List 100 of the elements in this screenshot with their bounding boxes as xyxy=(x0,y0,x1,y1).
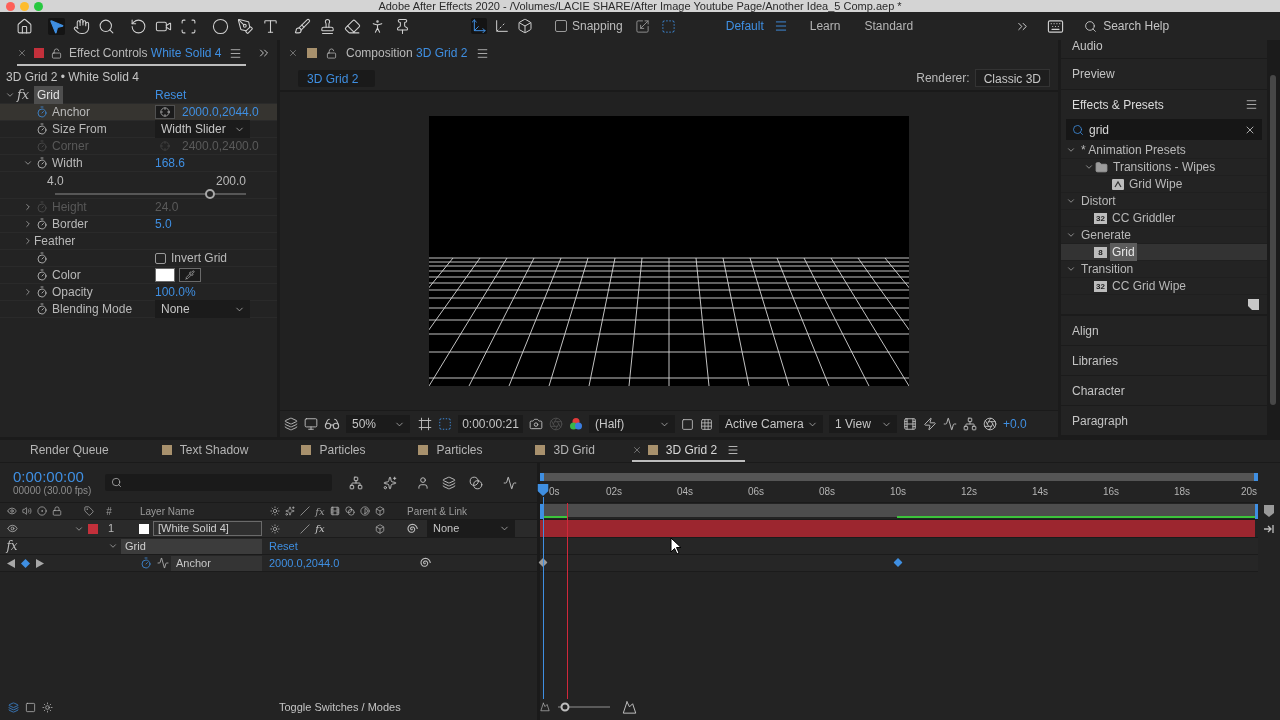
tree-item-label[interactable]: Generate xyxy=(1079,226,1134,244)
property-name[interactable]: Border xyxy=(52,215,89,233)
close-icon[interactable] xyxy=(631,445,642,455)
film-icon[interactable] xyxy=(330,506,340,516)
dashed-square-icon[interactable] xyxy=(438,417,452,431)
axis-icon[interactable] xyxy=(471,18,487,34)
layers-icon[interactable] xyxy=(284,417,298,431)
tree-item-label[interactable]: Transition xyxy=(1079,260,1136,278)
property-value[interactable]: 100.0% xyxy=(155,283,196,301)
toggle-switches-button[interactable]: Toggle Switches / Modes xyxy=(279,698,401,716)
spiral-icon[interactable] xyxy=(406,522,418,535)
chevron-down-icon[interactable] xyxy=(5,90,15,100)
stopwatch-icon[interactable] xyxy=(36,252,48,264)
property-name[interactable]: Anchor xyxy=(171,555,262,571)
flowchart-icon[interactable] xyxy=(349,475,363,490)
corner-brackets-icon[interactable] xyxy=(180,17,197,35)
property-row[interactable]: Anchor 2000.0,2044.0 xyxy=(0,104,277,121)
previous-keyframe-icon[interactable] xyxy=(7,558,15,568)
square-icon[interactable] xyxy=(25,701,36,713)
checkbox-label[interactable]: Invert Grid xyxy=(171,249,227,267)
property-name[interactable]: Size From xyxy=(52,120,107,138)
property-value[interactable]: 168.6 xyxy=(155,154,186,172)
stopwatch-icon[interactable] xyxy=(36,286,48,298)
snapping-label[interactable]: Snapping xyxy=(572,17,623,35)
mountain-large-icon[interactable] xyxy=(622,699,637,715)
speaker-icon[interactable] xyxy=(22,506,32,516)
scrollbar[interactable] xyxy=(1270,75,1276,405)
panel-header[interactable]: Preview xyxy=(1061,59,1267,89)
ellipse-icon[interactable] xyxy=(212,17,229,35)
workspace-tab[interactable]: Standard xyxy=(862,17,916,35)
graph-icon[interactable] xyxy=(503,475,517,490)
slash-icon[interactable] xyxy=(300,523,310,534)
sun-icon[interactable] xyxy=(270,523,280,534)
tree-item-label[interactable]: * Animation Presets xyxy=(1079,141,1188,159)
panel-title[interactable]: Effects & Presets xyxy=(1072,95,1164,114)
arrow-to-line-icon[interactable] xyxy=(1263,524,1275,534)
lightning-icon[interactable] xyxy=(923,417,937,431)
cube-icon[interactable] xyxy=(517,18,533,34)
chevron-down-icon[interactable] xyxy=(108,541,118,551)
resolution-dropdown[interactable]: (Half) xyxy=(589,415,675,433)
stopwatch-icon[interactable] xyxy=(36,218,48,230)
chevron-right-icon[interactable] xyxy=(23,287,33,297)
property-name[interactable]: Color xyxy=(52,266,81,284)
zoom-icon[interactable] xyxy=(98,17,115,35)
camera-icon[interactable] xyxy=(529,417,543,431)
half-circle-icon[interactable] xyxy=(360,506,370,516)
timecode-button[interactable]: 0:00:00:21 xyxy=(458,415,523,433)
search-help-field[interactable]: Search Help xyxy=(1103,17,1214,35)
eyedropper-button[interactable] xyxy=(179,268,201,282)
pulse-icon[interactable] xyxy=(943,417,957,431)
tree-item-label[interactable]: Grid Wipe xyxy=(1127,175,1185,193)
swatch-icon[interactable] xyxy=(88,523,98,534)
view-layout-dropdown[interactable]: 1 View xyxy=(829,415,897,433)
brush-icon[interactable] xyxy=(294,17,311,35)
camera-view-dropdown[interactable]: Active Camera xyxy=(719,415,823,433)
keyframe-diamond-icon[interactable] xyxy=(893,558,903,567)
property-row[interactable]: Opacity 100.0% xyxy=(0,284,277,301)
property-name[interactable]: Width xyxy=(52,154,83,172)
chevrons-right-icon[interactable] xyxy=(257,46,271,60)
close-icon[interactable] xyxy=(17,48,27,58)
reset-link[interactable]: Reset xyxy=(155,86,187,104)
keyframe-diamond-icon[interactable] xyxy=(21,558,30,568)
panel-header[interactable]: Align xyxy=(1061,316,1267,345)
padlock-icon[interactable] xyxy=(52,506,62,516)
close-icon[interactable] xyxy=(288,48,298,58)
unlocked-padlock-icon[interactable] xyxy=(326,47,337,59)
property-row[interactable]: Blending Mode None xyxy=(0,301,277,318)
aperture-icon[interactable] xyxy=(983,417,997,431)
chevron-down-icon[interactable] xyxy=(1066,145,1076,155)
eye-icon[interactable] xyxy=(6,523,18,534)
frame-icon[interactable] xyxy=(418,417,432,431)
timeline-tab[interactable]: Text Shadow xyxy=(145,440,255,462)
tree-item-label[interactable]: Transitions - Wipes xyxy=(1111,158,1218,176)
color-swatch-icon[interactable] xyxy=(155,268,175,282)
panel-header[interactable]: Character xyxy=(1061,376,1267,405)
stopwatch-icon[interactable] xyxy=(140,557,152,569)
magnification-dropdown[interactable]: 50% xyxy=(346,415,410,433)
slash-icon[interactable] xyxy=(300,506,310,516)
property-name[interactable]: Blending Mode xyxy=(52,300,133,318)
next-keyframe-icon[interactable] xyxy=(36,558,44,568)
flowchart-icon[interactable] xyxy=(963,417,977,431)
tree-item-label[interactable]: CC Grid Wipe xyxy=(1110,277,1188,295)
timeline-tab[interactable]: Particles xyxy=(402,440,489,462)
property-value[interactable]: 2000.0,2044.0 xyxy=(182,103,259,121)
current-time[interactable]: 0:00:00:00 xyxy=(13,468,100,485)
stopwatch-icon[interactable] xyxy=(36,303,48,315)
stamp-icon[interactable] xyxy=(319,17,336,35)
property-row[interactable]: Width 168.6 xyxy=(0,155,277,172)
square-icon[interactable] xyxy=(681,417,694,431)
property-group-name[interactable]: Feather xyxy=(34,232,76,250)
eraser-icon[interactable] xyxy=(344,17,361,35)
chevron-down-icon[interactable] xyxy=(1066,230,1076,240)
spiral-icon[interactable] xyxy=(419,557,431,569)
sun-icon[interactable] xyxy=(270,506,280,516)
effect-name[interactable]: Grid xyxy=(34,86,63,104)
point-target-button[interactable] xyxy=(155,105,175,119)
property-name[interactable]: Opacity xyxy=(52,283,93,301)
pentagon-marker-icon[interactable] xyxy=(1264,505,1274,517)
keyboard-icon[interactable] xyxy=(1047,17,1065,35)
chevron-down-icon[interactable] xyxy=(23,158,33,168)
